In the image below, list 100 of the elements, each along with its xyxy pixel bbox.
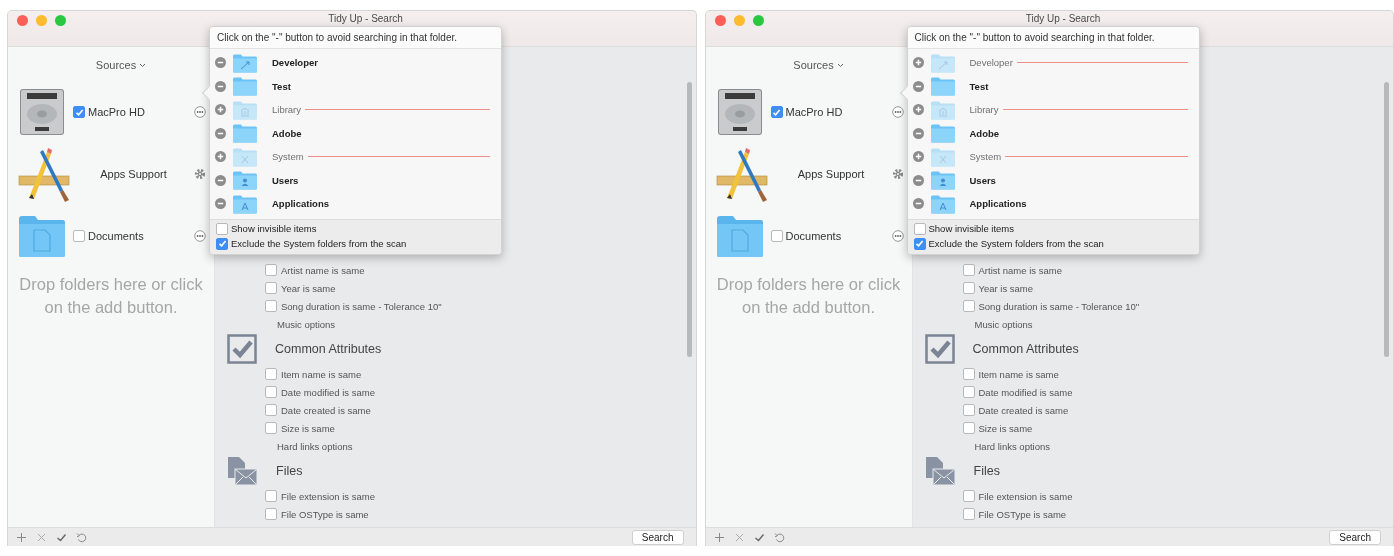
folder-icon: [714, 213, 765, 259]
checkbox[interactable]: [73, 230, 85, 242]
checkbox[interactable]: [962, 508, 975, 520]
options-link[interactable]: Music options: [277, 318, 336, 330]
checkbox[interactable]: [265, 490, 277, 502]
folder-name: Developer: [272, 57, 318, 69]
window-title: Tidy Up - Search: [328, 13, 403, 24]
checkbox[interactable]: [770, 230, 783, 242]
checkbox[interactable]: [265, 386, 277, 398]
folder-name: Applications: [969, 198, 1027, 210]
minus-circle-icon[interactable]: [912, 127, 924, 139]
checkmark-icon[interactable]: [56, 532, 67, 543]
search-button[interactable]: Search: [631, 530, 684, 545]
checkbox[interactable]: [265, 404, 277, 416]
checkbox[interactable]: [216, 222, 228, 235]
source-name: MacPro HD: [785, 106, 843, 118]
minus-circle-icon[interactable]: [912, 198, 924, 210]
minus-circle-icon[interactable]: [215, 127, 226, 139]
plus-circle-icon[interactable]: [912, 57, 924, 69]
minus-circle-icon[interactable]: [912, 174, 924, 186]
option-label: File OSType is same: [281, 508, 369, 520]
plus-circle-icon[interactable]: [215, 104, 226, 116]
chevron-down-icon[interactable]: [139, 62, 147, 68]
gear-icon[interactable]: [194, 168, 206, 180]
section-heading: Common Attributes: [972, 342, 1079, 356]
checkmark-icon[interactable]: [753, 532, 765, 543]
more-options-icon[interactable]: [891, 230, 904, 242]
more-options-icon[interactable]: [891, 106, 904, 118]
checkbox[interactable]: [265, 264, 277, 276]
chevron-down-icon[interactable]: [836, 62, 844, 68]
apps-folder-drawing: [17, 146, 73, 202]
zoom-button[interactable]: [55, 15, 66, 26]
checkbox[interactable]: [962, 368, 975, 380]
checkbox[interactable]: [265, 368, 277, 380]
options-link[interactable]: Music options: [974, 318, 1033, 330]
plus-circle-icon[interactable]: [215, 151, 226, 163]
checkbox[interactable]: [962, 264, 975, 276]
folder-name: Developer: [969, 57, 1013, 69]
gear-icon[interactable]: [891, 168, 904, 180]
more-options-icon[interactable]: [194, 230, 206, 242]
zoom-button[interactable]: [752, 15, 764, 26]
minus-circle-icon[interactable]: [215, 80, 226, 92]
remove-icon[interactable]: [36, 532, 47, 543]
scrollbar[interactable]: [1384, 82, 1389, 357]
minus-circle-icon[interactable]: [215, 57, 226, 69]
scrollbar[interactable]: [686, 82, 692, 357]
folder-icon: [929, 76, 956, 97]
option-label: Date created is same: [978, 404, 1069, 416]
minus-circle-icon[interactable]: [215, 198, 226, 210]
more-options-icon[interactable]: [194, 106, 206, 118]
minimize-button[interactable]: [36, 15, 47, 26]
add-icon[interactable]: [713, 532, 725, 543]
add-icon[interactable]: [16, 532, 27, 543]
sources-menu[interactable]: Sources: [793, 59, 834, 71]
folder-icon: [232, 170, 258, 191]
checkbox[interactable]: [265, 300, 277, 312]
checkbox[interactable]: [962, 490, 975, 502]
close-button[interactable]: [17, 15, 28, 26]
remove-icon[interactable]: [733, 532, 745, 543]
folder-name: Applications: [272, 198, 329, 210]
plus-circle-icon[interactable]: [912, 151, 924, 163]
options-link[interactable]: Hard links options: [974, 440, 1050, 452]
checkbox[interactable]: [770, 106, 783, 118]
envelope-icon: [227, 456, 258, 486]
checkbox[interactable]: [962, 282, 975, 294]
undo-icon[interactable]: [773, 532, 785, 543]
checkbox[interactable]: [913, 222, 926, 235]
folder-icon: [929, 99, 956, 120]
checkbox[interactable]: [962, 422, 975, 434]
drop-hint: Drop folders here or click on the add button.: [18, 274, 204, 318]
plus-circle-icon[interactable]: [912, 104, 924, 116]
checkbox[interactable]: [962, 386, 975, 398]
checkbox[interactable]: [913, 237, 926, 250]
checkbox[interactable]: [962, 300, 975, 312]
folder-icon: [232, 76, 258, 97]
option-label: Year is same: [978, 282, 1034, 294]
search-button[interactable]: Search: [1329, 530, 1381, 545]
folder-icon: [929, 52, 956, 73]
folder-name: Users: [969, 174, 996, 186]
checkbox[interactable]: [73, 106, 85, 118]
checkbox[interactable]: [216, 237, 228, 250]
close-button[interactable]: [714, 15, 726, 26]
checkbox[interactable]: [265, 508, 277, 520]
options-link[interactable]: Hard links options: [277, 440, 353, 452]
checkbox[interactable]: [962, 404, 975, 416]
checkbox[interactable]: [265, 282, 277, 294]
source-name: Documents: [88, 230, 144, 242]
checkbox[interactable]: [265, 422, 277, 434]
minimize-button[interactable]: [733, 15, 745, 26]
undo-icon[interactable]: [76, 532, 87, 543]
sources-menu[interactable]: Sources: [95, 59, 137, 71]
folder-icon: [929, 123, 956, 144]
minus-circle-icon[interactable]: [912, 80, 924, 92]
hard-drive-icon: [17, 87, 67, 137]
option-label: Item name is same: [978, 368, 1059, 380]
folder-icon: [17, 213, 67, 259]
folder-name: Test: [272, 80, 291, 92]
option-label: Item name is same: [281, 368, 362, 380]
minus-circle-icon[interactable]: [215, 174, 226, 186]
drop-hint: Drop folders here or click on the add button.: [715, 274, 902, 318]
